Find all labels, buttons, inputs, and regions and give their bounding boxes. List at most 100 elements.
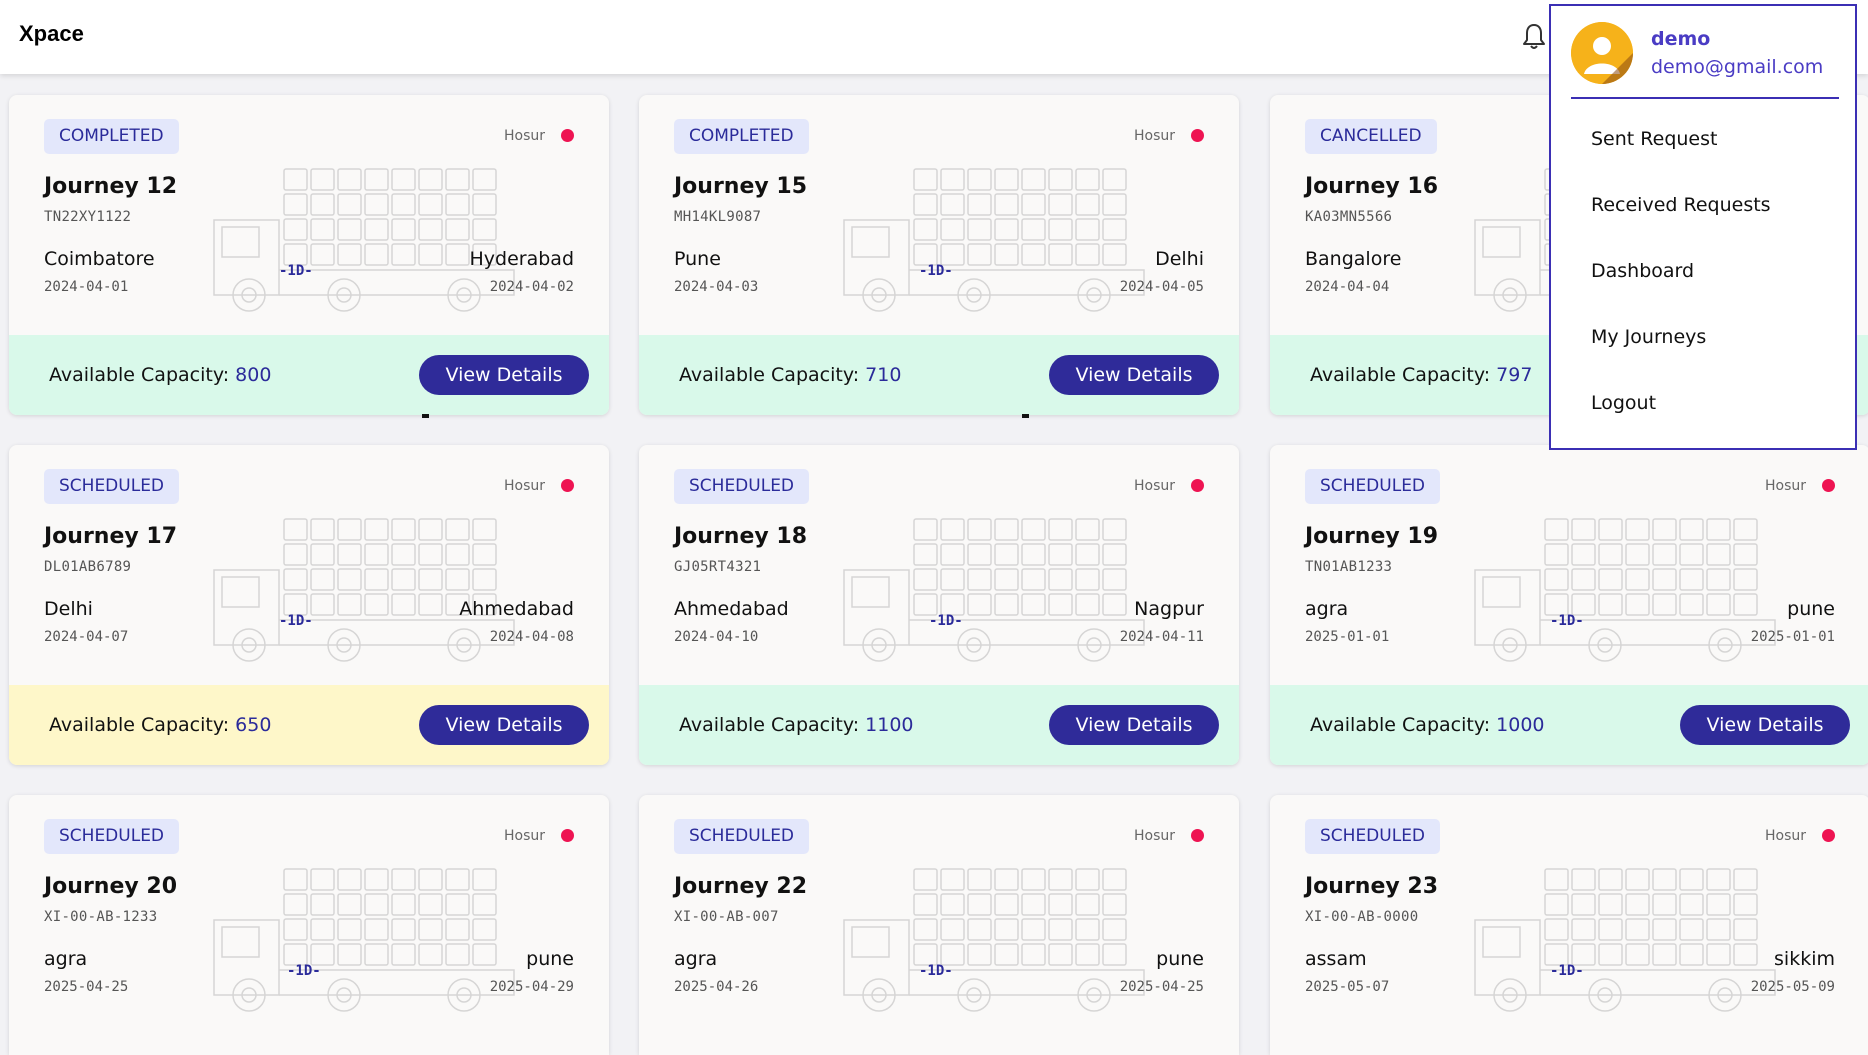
- origin-date: 2025-05-07: [1305, 979, 1390, 995]
- origin-date: 2025-04-26: [674, 979, 759, 995]
- status-dot: [1191, 829, 1204, 842]
- vehicle-number: XI-00-AB-007: [674, 909, 779, 925]
- vehicle-number: GJ05RT4321: [674, 559, 762, 575]
- origin-city: Bangalore: [1305, 248, 1402, 270]
- destination-date: 2025-01-01: [1750, 629, 1835, 645]
- avatar[interactable]: [1571, 22, 1633, 84]
- bell-icon[interactable]: [1520, 22, 1548, 52]
- capacity-text: Available Capacity: 1000: [1310, 714, 1545, 736]
- origin-date: 2025-01-01: [1305, 629, 1390, 645]
- duration-label: -1D-: [919, 263, 953, 279]
- truck-illustration: [213, 518, 515, 662]
- capacity-label: Available Capacity:: [49, 714, 230, 736]
- origin-city: agra: [674, 948, 718, 970]
- vehicle-number: MH14KL9087: [674, 209, 762, 225]
- card-footer: Available Capacity: 710 View Details: [639, 335, 1239, 415]
- truck-illustration: [843, 868, 1145, 1012]
- status-dot: [1191, 129, 1204, 142]
- origin-city: Ahmedabad: [674, 598, 789, 620]
- menu-divider: [1571, 97, 1839, 99]
- location-label: Hosur: [1133, 478, 1175, 494]
- app-title: Xpace: [19, 21, 84, 46]
- duration-label: -1D-: [919, 963, 953, 979]
- menu-item-my-journeys[interactable]: My Journeys: [1591, 326, 1706, 348]
- divider-mark: [422, 414, 429, 418]
- capacity-label: Available Capacity:: [1310, 364, 1491, 386]
- vehicle-number: TN22XY1122: [44, 209, 132, 225]
- destination-date: 2025-04-29: [489, 979, 574, 995]
- origin-city: Coimbatore: [44, 248, 155, 270]
- status-dot: [1191, 479, 1204, 492]
- journey-card: COMPLETED Hosur Journey 15 MH14KL9087 Pune 20…: [639, 95, 1239, 415]
- status-dot: [561, 129, 574, 142]
- origin-city: assam: [1305, 948, 1367, 970]
- duration-label: -1D-: [279, 613, 313, 629]
- duration-label: -1D-: [929, 613, 963, 629]
- destination-city: Ahmedabad: [459, 598, 574, 620]
- menu-item-sent-request[interactable]: Sent Request: [1591, 128, 1717, 150]
- duration-label: -1D-: [279, 263, 313, 279]
- journey-card: SCHEDULED Hosur Journey 18 GJ05RT4321 Ahmeda…: [639, 445, 1239, 765]
- origin-city: agra: [44, 948, 88, 970]
- location-label: Hosur: [503, 478, 545, 494]
- journey-title: Journey 18: [674, 524, 808, 549]
- vehicle-number: KA03MN5566: [1305, 209, 1393, 225]
- vehicle-number: XI-00-AB-1233: [44, 909, 158, 925]
- status-badge: COMPLETED: [674, 119, 809, 154]
- journey-title: Journey 23: [1305, 874, 1439, 899]
- card-footer: Available Capacity: 650 View Details: [9, 685, 609, 765]
- destination-city: pune: [526, 948, 574, 970]
- truck-illustration: [843, 168, 1145, 312]
- destination-date: 2025-04-25: [1119, 979, 1204, 995]
- user-menu: demo demo@gmail.com Sent Request Receive…: [1549, 4, 1857, 450]
- origin-date: 2024-04-03: [674, 279, 759, 295]
- view-details-button[interactable]: View Details: [419, 705, 589, 745]
- duration-label: -1D-: [1550, 613, 1584, 629]
- view-details-button[interactable]: View Details: [1049, 355, 1219, 395]
- capacity-text: Available Capacity: 710: [679, 364, 901, 386]
- status-badge: SCHEDULED: [1305, 469, 1441, 504]
- journey-title: Journey 12: [44, 174, 178, 199]
- capacity-value: 797: [1496, 364, 1533, 386]
- journey-title: Journey 19: [1305, 524, 1439, 549]
- origin-date: 2024-04-10: [674, 629, 759, 645]
- location-label: Hosur: [1133, 828, 1175, 844]
- view-details-button[interactable]: View Details: [419, 355, 589, 395]
- view-details-button[interactable]: View Details: [1049, 705, 1219, 745]
- status-badge: COMPLETED: [44, 119, 179, 154]
- vehicle-number: TN01AB1233: [1305, 559, 1393, 575]
- capacity-value: 1100: [865, 714, 914, 736]
- view-details-button[interactable]: View Details: [1680, 705, 1850, 745]
- origin-city: Pune: [674, 248, 721, 270]
- capacity-value: 1000: [1496, 714, 1545, 736]
- status-badge: SCHEDULED: [674, 469, 810, 504]
- destination-city: Hyderabad: [469, 248, 575, 270]
- capacity-text: Available Capacity: 800: [49, 364, 271, 386]
- capacity-value: 710: [865, 364, 902, 386]
- origin-city: agra: [1305, 598, 1349, 620]
- truck-illustration: [1474, 518, 1776, 662]
- capacity-text: Available Capacity: 650: [49, 714, 271, 736]
- status-badge: SCHEDULED: [44, 819, 180, 854]
- destination-date: 2024-04-11: [1119, 629, 1204, 645]
- status-dot: [561, 829, 574, 842]
- truck-illustration: [1474, 868, 1776, 1012]
- origin-date: 2024-04-04: [1305, 279, 1390, 295]
- origin-date: 2024-04-01: [44, 279, 129, 295]
- card-footer: Available Capacity: 800 View Details: [9, 335, 609, 415]
- journey-title: Journey 15: [674, 174, 808, 199]
- destination-date: 2025-05-09: [1750, 979, 1835, 995]
- location-label: Hosur: [1133, 128, 1175, 144]
- vehicle-number: XI-00-AB-0000: [1305, 909, 1419, 925]
- status-dot: [561, 479, 574, 492]
- status-badge: SCHEDULED: [44, 469, 180, 504]
- destination-date: 2024-04-08: [489, 629, 574, 645]
- menu-item-logout[interactable]: Logout: [1591, 392, 1656, 414]
- journey-title: Journey 16: [1305, 174, 1439, 199]
- journey-title: Journey 20: [44, 874, 178, 899]
- journey-card: SCHEDULED Hosur Journey 19 TN01AB1233 agra 20…: [1270, 445, 1868, 765]
- menu-item-dashboard[interactable]: Dashboard: [1591, 260, 1694, 282]
- user-email: demo@gmail.com: [1651, 56, 1824, 78]
- destination-date: 2024-04-05: [1119, 279, 1204, 295]
- menu-item-received-requests[interactable]: Received Requests: [1591, 194, 1771, 216]
